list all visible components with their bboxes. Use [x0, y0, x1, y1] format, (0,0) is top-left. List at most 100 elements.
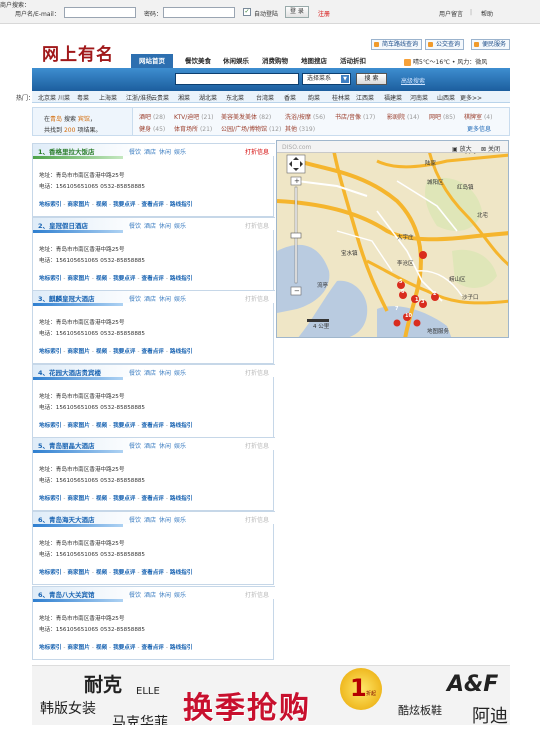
remember-checkbox[interactable]: ✓	[243, 8, 251, 16]
hot-cuisine-link[interactable]: 川菜	[58, 93, 70, 102]
category-link[interactable]: 酒吧 (28)	[139, 112, 165, 121]
result-link[interactable]: 查看点评	[142, 349, 164, 355]
category-link[interactable]: 健身 (45)	[139, 124, 165, 133]
result-link[interactable]: 地标索引	[39, 349, 61, 355]
advanced-search-link[interactable]: 高级搜索	[401, 76, 425, 85]
result-tab[interactable]: 休闲	[159, 517, 171, 524]
result-tab[interactable]: 娱乐	[174, 517, 186, 524]
quick-button-service[interactable]: 便民服务	[471, 39, 511, 50]
map-view[interactable]: + − 陆家黄岛城阳区红岛镇北宅宝水镇大宇庄李沧区崂山区流亭沙子口4 公里地图服…	[276, 140, 509, 338]
category-link[interactable]: 网吧 (85)	[429, 112, 455, 121]
result-tab[interactable]: 休闲	[159, 592, 171, 599]
result-tab[interactable]: 酒店	[144, 149, 156, 156]
result-tab[interactable]: 餐饮	[129, 517, 141, 524]
result-title[interactable]: 6、青岛八大关宾馆	[38, 589, 95, 599]
result-link[interactable]: 路线指引	[170, 645, 192, 651]
hot-cuisine-link[interactable]: 山西菜	[437, 93, 455, 102]
result-tab[interactable]: 酒店	[144, 223, 156, 230]
result-tab[interactable]: 休闲	[159, 296, 171, 303]
map-marker[interactable]: 2	[433, 291, 436, 297]
help-link[interactable]: 帮助	[481, 9, 493, 18]
username-input[interactable]	[64, 7, 136, 18]
result-link[interactable]: 路线指引	[170, 276, 192, 282]
discount-link[interactable]: 打折信息	[245, 294, 269, 303]
result-link[interactable]: 我要点评	[113, 645, 135, 651]
map-marker[interactable]: 6	[401, 289, 404, 295]
result-link[interactable]: 视频	[96, 570, 107, 576]
result-link[interactable]: 地标索引	[39, 276, 61, 282]
result-title[interactable]: 1、香格里拉大饭店	[38, 146, 95, 156]
nav-item-map[interactable]: 地图搜店	[301, 54, 327, 68]
result-tab[interactable]: 娱乐	[174, 592, 186, 599]
result-link[interactable]: 地标索引	[39, 645, 61, 651]
category-link[interactable]: 棋牌室 (4)	[464, 112, 492, 121]
result-title[interactable]: 5、青岛丽晶大酒店	[38, 440, 95, 450]
quick-button-bus[interactable]: 公交查询	[425, 39, 465, 50]
result-link[interactable]: 路线指引	[170, 423, 192, 429]
result-tab[interactable]: 酒店	[144, 517, 156, 524]
result-link[interactable]: 地标索引	[39, 496, 61, 502]
result-link[interactable]: 我要点评	[113, 570, 135, 576]
hot-cuisine-link[interactable]: 福建菜	[384, 93, 402, 102]
result-tab[interactable]: 休闲	[159, 443, 171, 450]
category-link[interactable]: 公园/广场/博物馆 (12)	[221, 124, 281, 133]
result-link[interactable]: 查看点评	[142, 276, 164, 282]
result-link[interactable]: 我要点评	[113, 202, 135, 208]
map-marker[interactable]: 10	[405, 313, 412, 319]
discount-link[interactable]: 打折信息	[245, 515, 269, 524]
register-link[interactable]: 注册	[318, 9, 330, 18]
map-marker[interactable]: 7	[395, 306, 398, 312]
result-link[interactable]: 查看点评	[142, 570, 164, 576]
result-link[interactable]: 视频	[96, 202, 107, 208]
more-info-link[interactable]: 更多信息	[467, 124, 491, 133]
map-close-button[interactable]: ⊠ 关闭	[481, 144, 500, 153]
hot-cuisine-link[interactable]: 香菜	[284, 93, 296, 102]
result-link[interactable]: 我要点评	[113, 496, 135, 502]
result-link[interactable]: 地标索引	[39, 202, 61, 208]
result-tab[interactable]: 娱乐	[174, 223, 186, 230]
hot-cuisine-link[interactable]: 韵菜	[308, 93, 320, 102]
result-link[interactable]: 商家图片	[67, 349, 89, 355]
nav-item-shopping[interactable]: 消费购物	[262, 54, 288, 68]
result-link[interactable]: 商家图片	[67, 202, 89, 208]
discount-link[interactable]: 打折信息	[245, 147, 269, 156]
hot-cuisine-link[interactable]: 湘菜	[178, 93, 190, 102]
hot-cuisine-link[interactable]: 江西菜	[356, 93, 374, 102]
result-link[interactable]: 视频	[96, 645, 107, 651]
result-link[interactable]: 商家图片	[67, 645, 89, 651]
search-button[interactable]: 搜 索	[356, 73, 387, 85]
hot-cuisine-link[interactable]: 云贵菜	[151, 93, 169, 102]
result-link[interactable]: 查看点评	[142, 423, 164, 429]
login-button[interactable]: 登 录	[285, 6, 309, 18]
result-tab[interactable]: 娱乐	[174, 370, 186, 377]
hot-cuisine-link[interactable]: 上海菜	[99, 93, 117, 102]
hot-cuisine-link[interactable]: 江浙/淮扬	[126, 93, 152, 102]
result-link[interactable]: 商家图片	[67, 570, 89, 576]
result-link[interactable]: 我要点评	[113, 423, 135, 429]
result-link[interactable]: 商家图片	[67, 276, 89, 282]
cuisine-select[interactable]: 选择菜系 ▼	[302, 73, 351, 85]
map-marker[interactable]: 5	[399, 279, 402, 285]
hot-cuisine-link[interactable]: 河南菜	[410, 93, 428, 102]
result-tab[interactable]: 休闲	[159, 149, 171, 156]
hot-cuisine-link[interactable]: 湖北菜	[199, 93, 217, 102]
hot-cuisine-link[interactable]: 更多>>	[460, 93, 482, 102]
result-tab[interactable]: 酒店	[144, 296, 156, 303]
result-link[interactable]: 路线指引	[170, 496, 192, 502]
category-link[interactable]: KTV/迪吧 (21)	[174, 112, 214, 121]
discount-link[interactable]: 打折信息	[245, 221, 269, 230]
category-link[interactable]: 书店/音像 (17)	[335, 112, 375, 121]
quick-button-route[interactable]: 简车路线查询	[371, 39, 423, 50]
result-link[interactable]: 视频	[96, 496, 107, 502]
hot-cuisine-link[interactable]: 桂林菜	[332, 93, 350, 102]
result-link[interactable]: 地标索引	[39, 423, 61, 429]
map-marker[interactable]: 1	[415, 297, 418, 303]
result-link[interactable]: 商家图片	[67, 496, 89, 502]
result-tab[interactable]: 餐饮	[129, 296, 141, 303]
hot-cuisine-link[interactable]: 北京菜	[38, 93, 56, 102]
result-tab[interactable]: 餐饮	[129, 592, 141, 599]
result-title[interactable]: 3、麒麟皇冠大酒店	[38, 293, 95, 303]
result-link[interactable]: 查看点评	[142, 202, 164, 208]
result-link[interactable]: 我要点评	[113, 276, 135, 282]
result-link[interactable]: 路线指引	[170, 349, 192, 355]
